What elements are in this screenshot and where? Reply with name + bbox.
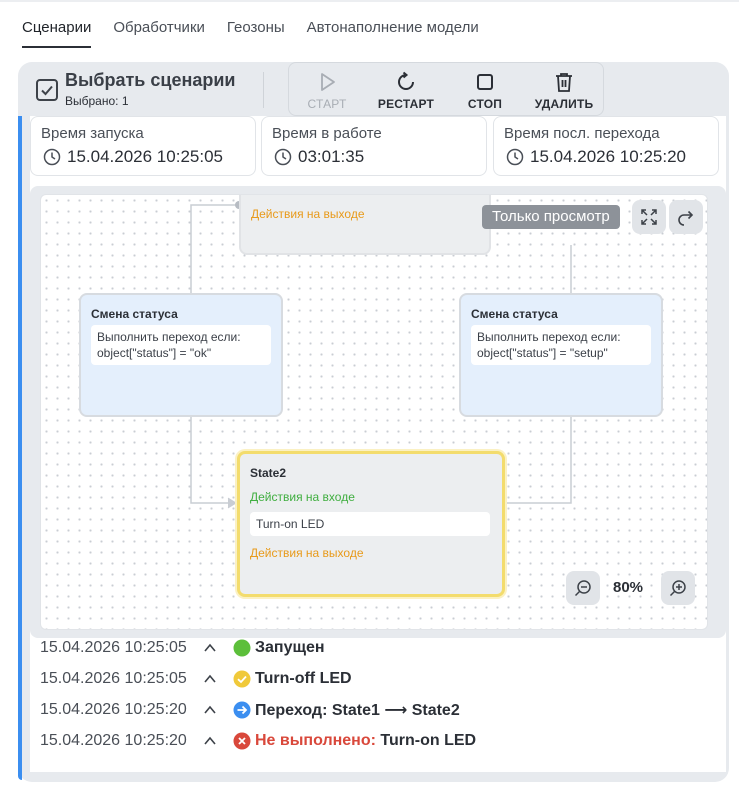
log-time: 15.04.2026 10:25:20 — [40, 701, 187, 718]
zoom-in-icon — [669, 580, 686, 597]
stop-icon — [477, 74, 493, 90]
state1-exit-actions-label: Действия на выходе — [251, 207, 365, 221]
launch-time-value: 15.04.2026 10:25:05 — [43, 147, 223, 167]
delete-button[interactable]: УДАЛИТЬ — [526, 63, 602, 117]
log-message: Не выполнено: Turn-on LED — [255, 732, 476, 750]
log-entry: 15.04.2026 10:25:05 Запущен — [40, 636, 325, 660]
launch-time-label: Время запуска — [41, 125, 144, 142]
tab-scenarios[interactable]: Сценарии — [22, 18, 92, 48]
status-icon — [233, 639, 255, 657]
last-transition-value: 15.04.2026 10:25:20 — [506, 147, 686, 167]
selected-count: Выбрано: 1 — [65, 94, 129, 108]
transition-condition: Выполнить переход если: object["status"]… — [471, 325, 651, 365]
play-icon — [321, 73, 335, 91]
launch-time-text: 15.04.2026 10:25:05 — [67, 147, 223, 166]
uptime-label: Время в работе — [272, 125, 382, 142]
chevron-up-icon — [204, 705, 216, 714]
top-divider — [0, 0, 739, 2]
expand-toggle[interactable] — [203, 641, 233, 655]
log-message: Запущен — [255, 639, 325, 656]
green-status-dot-icon — [233, 639, 251, 657]
log-message: Переход: State1 ⟶ State2 — [255, 702, 460, 719]
tab-handlers[interactable]: Обработчики — [113, 18, 205, 48]
checkmark-icon — [41, 85, 53, 96]
transition-node-ok[interactable]: Смена статуса Выполнить переход если: ob… — [79, 293, 283, 417]
chevron-up-icon — [204, 736, 216, 745]
scenario-card: Выбрать сценарии Выбрано: 1 СТАРТ РЕСТАР… — [18, 62, 729, 782]
error-prefix: Не выполнено: — [255, 732, 376, 749]
log-message-text: Turn-on LED — [375, 732, 477, 749]
header-divider — [263, 72, 264, 108]
tab-model-autofill[interactable]: Автонаполнение модели — [307, 18, 479, 48]
log-time: 15.04.2026 10:25:20 — [40, 732, 187, 749]
status-icon — [233, 701, 255, 719]
state2-title: State2 — [250, 466, 287, 480]
red-x-icon — [233, 732, 251, 750]
redo-button[interactable] — [669, 200, 703, 234]
state1-node[interactable]: Действия на выходе — [239, 195, 491, 255]
stop-label: СТОП — [467, 97, 503, 111]
log-entry: 15.04.2026 10:25:05 Turn-off LED — [40, 667, 352, 691]
status-icon — [233, 670, 255, 688]
restart-label: РЕСТАРТ — [377, 97, 435, 111]
transition-title: Смена статуса — [91, 307, 178, 321]
chevron-up-icon — [204, 674, 216, 683]
select-scenarios-title: Выбрать сценарии — [65, 70, 236, 90]
delete-label: УДАЛИТЬ — [534, 97, 594, 111]
clock-icon — [43, 148, 61, 166]
log-time: 15.04.2026 10:25:05 — [40, 639, 187, 656]
expand-toggle[interactable] — [203, 734, 233, 748]
transition-node-setup[interactable]: Смена статуса Выполнить переход если: ob… — [459, 293, 663, 417]
flow-canvas[interactable]: Действия на выходе Смена статуса Выполни… — [40, 194, 708, 630]
last-transition-label: Время посл. перехода — [504, 125, 660, 142]
restart-button[interactable]: РЕСТАРТ — [368, 63, 444, 117]
redo-icon — [678, 210, 694, 226]
fullscreen-button[interactable] — [632, 200, 666, 234]
state2-node[interactable]: State2 Действия на входе Turn-on LED Дей… — [237, 451, 505, 597]
state2-enter-actions-label: Действия на входе — [250, 490, 355, 504]
readonly-badge: Только просмотр — [482, 205, 620, 229]
zoom-out-icon — [574, 580, 591, 597]
uptime-card: Время в работе 03:01:35 — [261, 116, 487, 176]
clock-icon — [274, 148, 292, 166]
log-time: 15.04.2026 10:25:05 — [40, 670, 187, 687]
uptime-value: 03:01:35 — [274, 147, 364, 167]
scenario-details: Время запуска 15.04.2026 10:25:05 Время … — [30, 116, 726, 772]
state2-exit-actions-label: Действия на выходе — [250, 546, 364, 560]
log-message: Turn-off LED — [255, 670, 352, 687]
transition-condition: Выполнить переход если: object["status"]… — [91, 325, 271, 365]
state2-enter-action: Turn-on LED — [250, 512, 490, 536]
stop-button[interactable]: СТОП — [447, 63, 523, 117]
launch-time-card: Время запуска 15.04.2026 10:25:05 — [30, 116, 256, 176]
trash-icon — [556, 73, 572, 92]
transition-title: Смена статуса — [471, 307, 558, 321]
expand-toggle[interactable] — [203, 672, 233, 686]
last-transition-text: 15.04.2026 10:25:20 — [530, 147, 686, 166]
yellow-check-icon — [233, 670, 251, 688]
log-entry: 15.04.2026 10:25:20 Не выполнено: Turn-o… — [40, 729, 476, 753]
zoom-in-button[interactable] — [661, 571, 695, 605]
flow-canvas-frame: Действия на выходе Смена статуса Выполни… — [30, 186, 726, 638]
start-label: СТАРТ — [307, 97, 347, 111]
last-transition-card: Время посл. перехода 15.04.2026 10:25:20 — [493, 116, 719, 176]
tab-bar: Сценарии Обработчики Геозоны Автонаполне… — [22, 18, 479, 48]
zoom-out-button[interactable] — [566, 571, 600, 605]
expand-icon — [641, 209, 657, 225]
uptime-text: 03:01:35 — [298, 147, 365, 166]
zoom-level: 80% — [613, 579, 644, 596]
action-toolbar: СТАРТ РЕСТАРТ СТОП УДАЛИТЬ — [288, 62, 604, 116]
selection-indicator — [18, 116, 22, 780]
restart-icon — [398, 71, 414, 90]
tab-geozones[interactable]: Геозоны — [227, 18, 285, 48]
clock-icon — [506, 148, 524, 166]
log-entry: 15.04.2026 10:25:20 Переход: State1 ⟶ St… — [40, 698, 460, 722]
blue-arrow-icon — [233, 701, 251, 719]
start-button[interactable]: СТАРТ — [289, 63, 365, 117]
chevron-up-icon — [204, 643, 216, 652]
expand-toggle[interactable] — [203, 703, 233, 717]
select-checkbox[interactable] — [36, 79, 58, 101]
status-icon — [233, 732, 255, 750]
